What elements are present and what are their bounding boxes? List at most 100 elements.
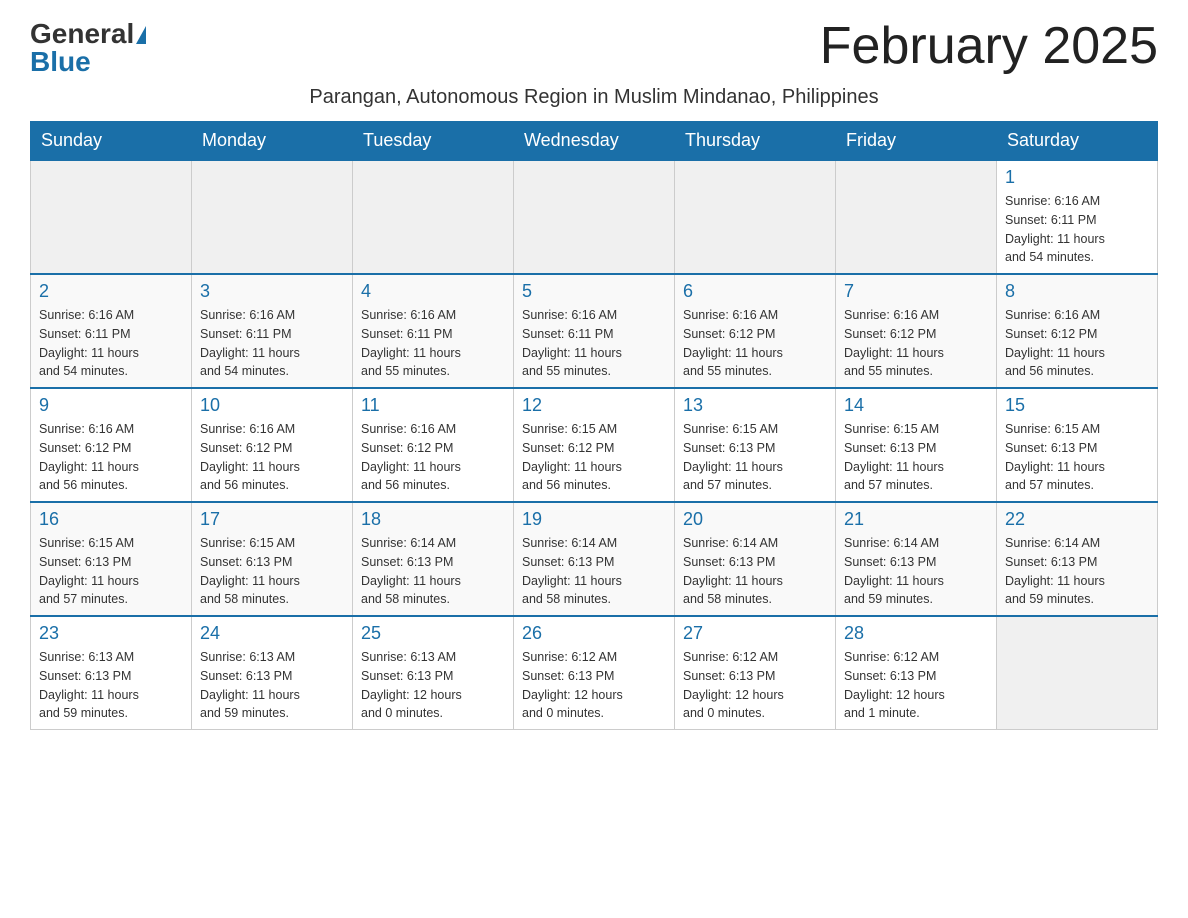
- day-info: Sunrise: 6:14 AM Sunset: 6:13 PM Dayligh…: [683, 534, 827, 609]
- calendar-cell: 8 Sunrise: 6:16 AM Sunset: 6:12 PM Daylig…: [997, 274, 1158, 388]
- day-number: 17: [200, 509, 344, 530]
- calendar-cell: 1 Sunrise: 6:16 AM Sunset: 6:11 PM Daylig…: [997, 160, 1158, 274]
- day-info: Sunrise: 6:14 AM Sunset: 6:13 PM Dayligh…: [844, 534, 988, 609]
- day-info: Sunrise: 6:13 AM Sunset: 6:13 PM Dayligh…: [361, 648, 505, 723]
- day-number: 18: [361, 509, 505, 530]
- day-info: Sunrise: 6:14 AM Sunset: 6:13 PM Dayligh…: [361, 534, 505, 609]
- logo: General Blue: [30, 20, 146, 76]
- day-info: Sunrise: 6:15 AM Sunset: 6:13 PM Dayligh…: [200, 534, 344, 609]
- month-title: February 2025: [820, 20, 1158, 72]
- day-number: 21: [844, 509, 988, 530]
- day-number: 6: [683, 281, 827, 302]
- subtitle: Parangan, Autonomous Region in Muslim Mi…: [30, 86, 1158, 109]
- calendar-cell: 9 Sunrise: 6:16 AM Sunset: 6:12 PM Daylig…: [31, 388, 192, 502]
- calendar-cell: 28 Sunrise: 6:12 AM Sunset: 6:13 PM Dayli…: [836, 616, 997, 730]
- logo-blue-text: Blue: [30, 48, 91, 76]
- day-number: 12: [522, 395, 666, 416]
- calendar-cell: 18 Sunrise: 6:14 AM Sunset: 6:13 PM Dayli…: [353, 502, 514, 616]
- day-number: 25: [361, 623, 505, 644]
- calendar-cell: 27 Sunrise: 6:12 AM Sunset: 6:13 PM Dayli…: [675, 616, 836, 730]
- day-info: Sunrise: 6:16 AM Sunset: 6:11 PM Dayligh…: [39, 306, 183, 381]
- calendar-cell: [836, 160, 997, 274]
- calendar-header-tuesday: Tuesday: [353, 122, 514, 161]
- calendar-cell: 2 Sunrise: 6:16 AM Sunset: 6:11 PM Daylig…: [31, 274, 192, 388]
- calendar-week-row: 23 Sunrise: 6:13 AM Sunset: 6:13 PM Dayli…: [31, 616, 1158, 730]
- day-number: 7: [844, 281, 988, 302]
- calendar-cell: [675, 160, 836, 274]
- day-number: 3: [200, 281, 344, 302]
- day-number: 19: [522, 509, 666, 530]
- day-number: 24: [200, 623, 344, 644]
- day-info: Sunrise: 6:16 AM Sunset: 6:12 PM Dayligh…: [1005, 306, 1149, 381]
- calendar-table: SundayMondayTuesdayWednesdayThursdayFrid…: [30, 121, 1158, 730]
- day-number: 26: [522, 623, 666, 644]
- calendar-cell: 19Sunrise: 6:14 AM Sunset: 6:13 PM Dayli…: [514, 502, 675, 616]
- calendar-header-saturday: Saturday: [997, 122, 1158, 161]
- calendar-cell: [31, 160, 192, 274]
- day-number: 10: [200, 395, 344, 416]
- day-number: 1: [1005, 167, 1149, 188]
- day-number: 15: [1005, 395, 1149, 416]
- calendar-cell: [353, 160, 514, 274]
- calendar-cell: 15 Sunrise: 6:15 AM Sunset: 6:13 PM Dayli…: [997, 388, 1158, 502]
- day-info: Sunrise: 6:15 AM Sunset: 6:13 PM Dayligh…: [39, 534, 183, 609]
- day-number: 16: [39, 509, 183, 530]
- day-info: Sunrise: 6:16 AM Sunset: 6:11 PM Dayligh…: [200, 306, 344, 381]
- day-info: Sunrise: 6:13 AM Sunset: 6:13 PM Dayligh…: [200, 648, 344, 723]
- calendar-week-row: 2 Sunrise: 6:16 AM Sunset: 6:11 PM Daylig…: [31, 274, 1158, 388]
- calendar-cell: 21 Sunrise: 6:14 AM Sunset: 6:13 PM Dayli…: [836, 502, 997, 616]
- day-info: Sunrise: 6:16 AM Sunset: 6:11 PM Dayligh…: [361, 306, 505, 381]
- calendar-cell: 14 Sunrise: 6:15 AM Sunset: 6:13 PM Dayli…: [836, 388, 997, 502]
- day-info: Sunrise: 6:15 AM Sunset: 6:13 PM Dayligh…: [844, 420, 988, 495]
- calendar-cell: 23 Sunrise: 6:13 AM Sunset: 6:13 PM Dayli…: [31, 616, 192, 730]
- calendar-week-row: 1 Sunrise: 6:16 AM Sunset: 6:11 PM Daylig…: [31, 160, 1158, 274]
- calendar-cell: 22 Sunrise: 6:14 AM Sunset: 6:13 PM Dayli…: [997, 502, 1158, 616]
- logo-top: General: [30, 20, 146, 48]
- calendar-cell: 24 Sunrise: 6:13 AM Sunset: 6:13 PM Dayli…: [192, 616, 353, 730]
- day-number: 28: [844, 623, 988, 644]
- day-number: 2: [39, 281, 183, 302]
- day-info: Sunrise: 6:12 AM Sunset: 6:13 PM Dayligh…: [683, 648, 827, 723]
- calendar-cell: 13Sunrise: 6:15 AM Sunset: 6:13 PM Dayli…: [675, 388, 836, 502]
- day-info: Sunrise: 6:16 AM Sunset: 6:12 PM Dayligh…: [39, 420, 183, 495]
- calendar-header-thursday: Thursday: [675, 122, 836, 161]
- calendar-cell: 11Sunrise: 6:16 AM Sunset: 6:12 PM Dayli…: [353, 388, 514, 502]
- day-number: 8: [1005, 281, 1149, 302]
- day-info: Sunrise: 6:16 AM Sunset: 6:12 PM Dayligh…: [200, 420, 344, 495]
- calendar-header-sunday: Sunday: [31, 122, 192, 161]
- calendar-cell: [192, 160, 353, 274]
- day-number: 5: [522, 281, 666, 302]
- calendar-cell: 7 Sunrise: 6:16 AM Sunset: 6:12 PM Daylig…: [836, 274, 997, 388]
- calendar-header-friday: Friday: [836, 122, 997, 161]
- day-number: 27: [683, 623, 827, 644]
- logo-triangle-icon: [136, 26, 146, 44]
- day-info: Sunrise: 6:14 AM Sunset: 6:13 PM Dayligh…: [1005, 534, 1149, 609]
- day-number: 22: [1005, 509, 1149, 530]
- calendar-cell: 16 Sunrise: 6:15 AM Sunset: 6:13 PM Dayli…: [31, 502, 192, 616]
- day-info: Sunrise: 6:12 AM Sunset: 6:13 PM Dayligh…: [844, 648, 988, 723]
- day-number: 23: [39, 623, 183, 644]
- calendar-cell: 6 Sunrise: 6:16 AM Sunset: 6:12 PM Daylig…: [675, 274, 836, 388]
- day-number: 9: [39, 395, 183, 416]
- calendar-cell: [997, 616, 1158, 730]
- day-info: Sunrise: 6:12 AM Sunset: 6:13 PM Dayligh…: [522, 648, 666, 723]
- calendar-cell: 10 Sunrise: 6:16 AM Sunset: 6:12 PM Dayli…: [192, 388, 353, 502]
- day-info: Sunrise: 6:13 AM Sunset: 6:13 PM Dayligh…: [39, 648, 183, 723]
- calendar-cell: 20Sunrise: 6:14 AM Sunset: 6:13 PM Dayli…: [675, 502, 836, 616]
- calendar-cell: 4Sunrise: 6:16 AM Sunset: 6:11 PM Daylig…: [353, 274, 514, 388]
- calendar-cell: [514, 160, 675, 274]
- day-info: Sunrise: 6:16 AM Sunset: 6:11 PM Dayligh…: [1005, 192, 1149, 267]
- calendar-cell: 12 Sunrise: 6:15 AM Sunset: 6:12 PM Dayli…: [514, 388, 675, 502]
- calendar-header-row: SundayMondayTuesdayWednesdayThursdayFrid…: [31, 122, 1158, 161]
- calendar-week-row: 16 Sunrise: 6:15 AM Sunset: 6:13 PM Dayli…: [31, 502, 1158, 616]
- day-info: Sunrise: 6:16 AM Sunset: 6:12 PM Dayligh…: [361, 420, 505, 495]
- day-info: Sunrise: 6:16 AM Sunset: 6:12 PM Dayligh…: [844, 306, 988, 381]
- page-header: General Blue February 2025: [30, 20, 1158, 76]
- day-info: Sunrise: 6:16 AM Sunset: 6:12 PM Dayligh…: [683, 306, 827, 381]
- calendar-cell: 3 Sunrise: 6:16 AM Sunset: 6:11 PM Daylig…: [192, 274, 353, 388]
- logo-general-text: General: [30, 18, 134, 49]
- day-number: 14: [844, 395, 988, 416]
- day-info: Sunrise: 6:15 AM Sunset: 6:12 PM Dayligh…: [522, 420, 666, 495]
- day-info: Sunrise: 6:15 AM Sunset: 6:13 PM Dayligh…: [1005, 420, 1149, 495]
- day-info: Sunrise: 6:15 AM Sunset: 6:13 PM Dayligh…: [683, 420, 827, 495]
